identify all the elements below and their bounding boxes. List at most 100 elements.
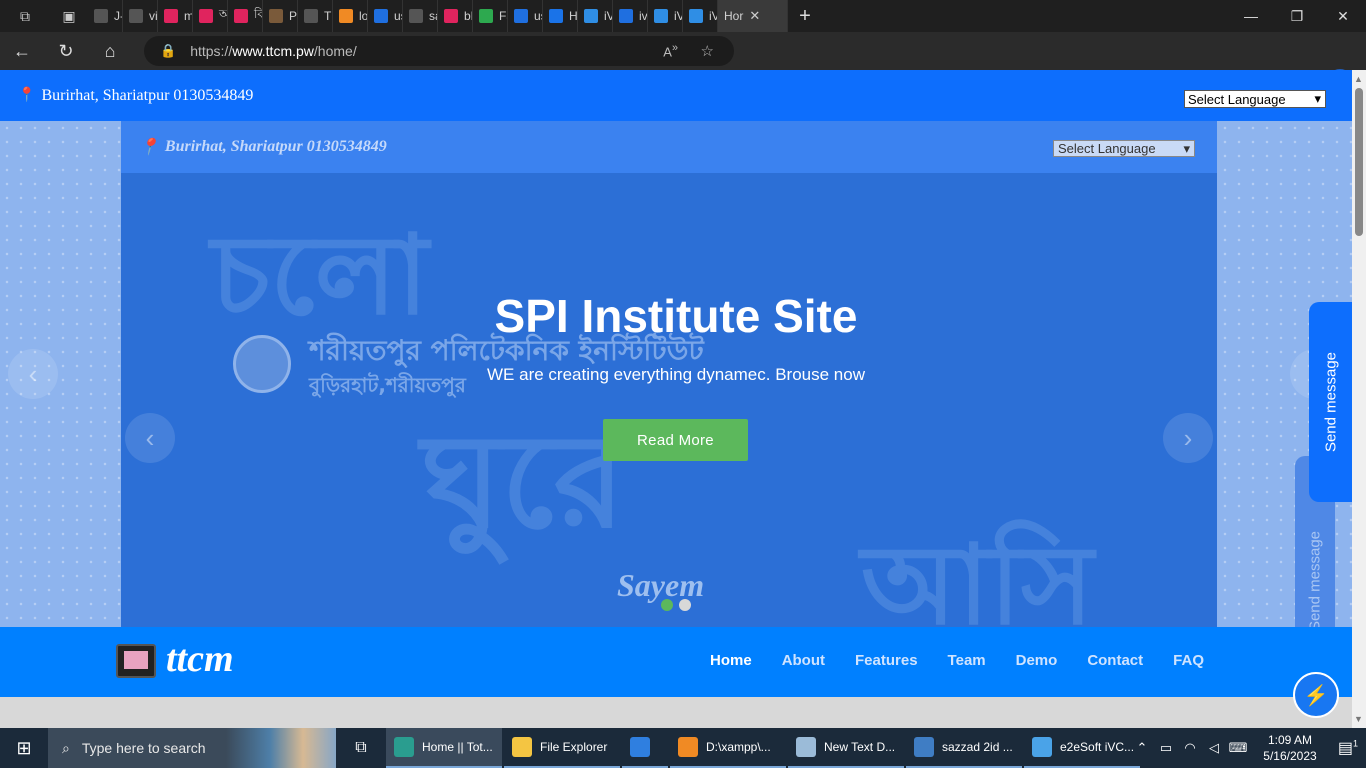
hero-image-contact-bar: 📍 Burirhat, Shariatpur 0130534849 Select… xyxy=(121,121,1217,173)
tab-label: use xyxy=(534,9,542,23)
minimize-icon[interactable]: — xyxy=(1228,0,1274,32)
clock[interactable]: 1:09 AM 5/16/2023 xyxy=(1250,732,1330,764)
read-aloud-icon[interactable]: A» xyxy=(663,42,678,59)
tab-label: Fatl xyxy=(499,9,507,23)
battery-icon[interactable]: ▭ xyxy=(1154,740,1178,756)
signature-text: Sayem xyxy=(617,567,705,603)
nav-link-features[interactable]: Features xyxy=(855,652,918,669)
tab-label: Hor xyxy=(724,9,744,23)
task-view-icon[interactable]: ⧉ xyxy=(336,728,386,768)
taskbar-app-label: D:\xampp\... xyxy=(706,740,771,754)
browser-tab[interactable]: sazz xyxy=(403,0,438,32)
url-field[interactable]: 🔒 https://www.ttcm.pw/home/ A» ☆ xyxy=(144,36,734,66)
windows-start-icon[interactable]: ⊞ xyxy=(0,728,48,768)
browser-tab[interactable]: বিব xyxy=(228,0,263,32)
arrow-logo-icon xyxy=(164,9,178,23)
browser-tab[interactable]: viev xyxy=(123,0,158,32)
address-bar-row: ← ↻ ⌂ 🔒 https://www.ttcm.pw/home/ A» ☆ ◉… xyxy=(0,32,1366,97)
location-pin-icon: 📍 xyxy=(139,139,159,156)
browser-tab[interactable]: iVC xyxy=(578,0,613,32)
carousel-dot-1[interactable] xyxy=(661,599,673,611)
logo-icon[interactable] xyxy=(116,644,156,678)
browser-tab[interactable]: অন xyxy=(193,0,228,32)
taskbar-app[interactable]: New Text D... xyxy=(788,728,904,768)
location-pin-icon: 📍 xyxy=(18,88,36,103)
nav-link-demo[interactable]: Demo xyxy=(1016,652,1058,669)
browser-tab[interactable]: bKa xyxy=(438,0,473,32)
document-icon xyxy=(409,9,423,23)
inner-next-arrow-icon: › xyxy=(1163,413,1213,463)
tab-label: iVC xyxy=(604,9,612,23)
taskbar-app[interactable]: sazzad 2id ... xyxy=(906,728,1022,768)
home-button[interactable]: ⌂ xyxy=(88,32,132,70)
volume-icon[interactable]: ◁ xyxy=(1202,740,1226,756)
scroll-down-icon[interactable]: ▼ xyxy=(1354,714,1363,724)
background-lettering: আসি xyxy=(861,521,1094,627)
taskbar-search[interactable]: ⌕ Type here to search xyxy=(48,728,336,768)
webpage: 📍 Burirhat, Shariatpur 0130534849 Select… xyxy=(0,70,1352,728)
taskbar-app[interactable]: D:\xampp\... xyxy=(670,728,786,768)
browser-tab[interactable]: usir xyxy=(368,0,403,32)
workspaces-icon[interactable]: ⧉ xyxy=(0,0,50,32)
restore-icon[interactable]: ❐ xyxy=(1274,0,1320,32)
tab-label: This xyxy=(324,9,332,23)
nav-link-team[interactable]: Team xyxy=(948,652,986,669)
carousel-dot-2[interactable] xyxy=(679,599,691,611)
search-icon xyxy=(374,9,388,23)
refresh-button[interactable]: ↻ xyxy=(44,32,88,70)
browser-tab[interactable]: Pro xyxy=(263,0,298,32)
tab-label: iVC xyxy=(674,9,682,23)
nav-link-home[interactable]: Home xyxy=(710,652,752,669)
add-favorite-icon[interactable]: ☆ xyxy=(701,42,714,60)
chevron-up-icon[interactable]: ⌃ xyxy=(1130,740,1154,756)
keyboard-icon[interactable]: ⌨ xyxy=(1226,740,1250,756)
taskbar-app[interactable]: File Explorer xyxy=(504,728,620,768)
close-window-icon[interactable]: ✕ xyxy=(1320,0,1366,32)
scrollbar-thumb[interactable] xyxy=(1355,88,1363,236)
browser-tab-bar: ⧉ ▣ J-SI viev mo অন বিব Pro This loca usir sazz bK… xyxy=(0,0,1366,32)
nav-link-contact[interactable]: Contact xyxy=(1087,652,1143,669)
arrow-logo-icon xyxy=(234,9,248,23)
tab-label: bKa xyxy=(464,9,472,23)
vertical-tabs-icon[interactable]: ▣ xyxy=(50,0,88,32)
read-more-button[interactable]: Read More xyxy=(603,419,748,461)
hero-carousel: 📍 Burirhat, Shariatpur 0130534849 Select… xyxy=(0,121,1352,627)
browser-tab[interactable]: ivca xyxy=(613,0,648,32)
new-tab-button[interactable]: + xyxy=(788,0,822,32)
browser-tab[interactable]: iVC xyxy=(648,0,683,32)
scroll-up-icon[interactable]: ▲ xyxy=(1354,74,1363,84)
e-logo-icon xyxy=(689,9,703,23)
drive-icon xyxy=(479,9,493,23)
browser-tab[interactable]: use xyxy=(508,0,543,32)
taskbar-app[interactable] xyxy=(622,728,668,768)
browser-tab[interactable]: iVC xyxy=(683,0,718,32)
xampp-icon xyxy=(339,9,353,23)
tab-label: অন xyxy=(219,6,227,26)
nav-link-about[interactable]: About xyxy=(782,652,825,669)
taskbar-app-label: File Explorer xyxy=(540,740,608,754)
browser-tab[interactable]: Fatl xyxy=(473,0,508,32)
browser-tab[interactable]: loca xyxy=(333,0,368,32)
send-message-button[interactable]: Send message xyxy=(1309,302,1352,502)
taskbar-app[interactable]: e2eSoft iVC... xyxy=(1024,728,1140,768)
tab-label: loca xyxy=(359,9,368,23)
e-logo-icon xyxy=(584,9,598,23)
nav-link-faq[interactable]: FAQ xyxy=(1173,652,1204,669)
browser-tab[interactable]: J-SI xyxy=(88,0,123,32)
language-select[interactable]: Select Language ▾ xyxy=(1184,90,1326,108)
wifi-icon[interactable]: ◠ xyxy=(1178,740,1202,756)
brand-logo-text[interactable]: ttcm xyxy=(166,637,234,681)
taskbar-app-label: New Text D... xyxy=(824,740,896,754)
tab-label: viev xyxy=(149,9,158,23)
page-scrollbar[interactable]: ▲ ▼ xyxy=(1352,70,1366,728)
taskbar-app[interactable]: Home || Tot... xyxy=(386,728,502,768)
notification-center-icon[interactable]: ▤1 xyxy=(1330,738,1366,758)
browser-tab[interactable]: mo xyxy=(158,0,193,32)
browser-tab[interactable]: Hov xyxy=(543,0,578,32)
browser-tab[interactable]: This xyxy=(298,0,333,32)
close-tab-icon[interactable]: ✕ xyxy=(749,8,760,24)
back-button[interactable]: ← xyxy=(0,32,44,70)
tab-active[interactable]: Hor ✕ xyxy=(718,0,788,32)
tab-label: ivca xyxy=(639,9,648,23)
messenger-chat-icon[interactable]: ⚡ xyxy=(1293,672,1339,718)
